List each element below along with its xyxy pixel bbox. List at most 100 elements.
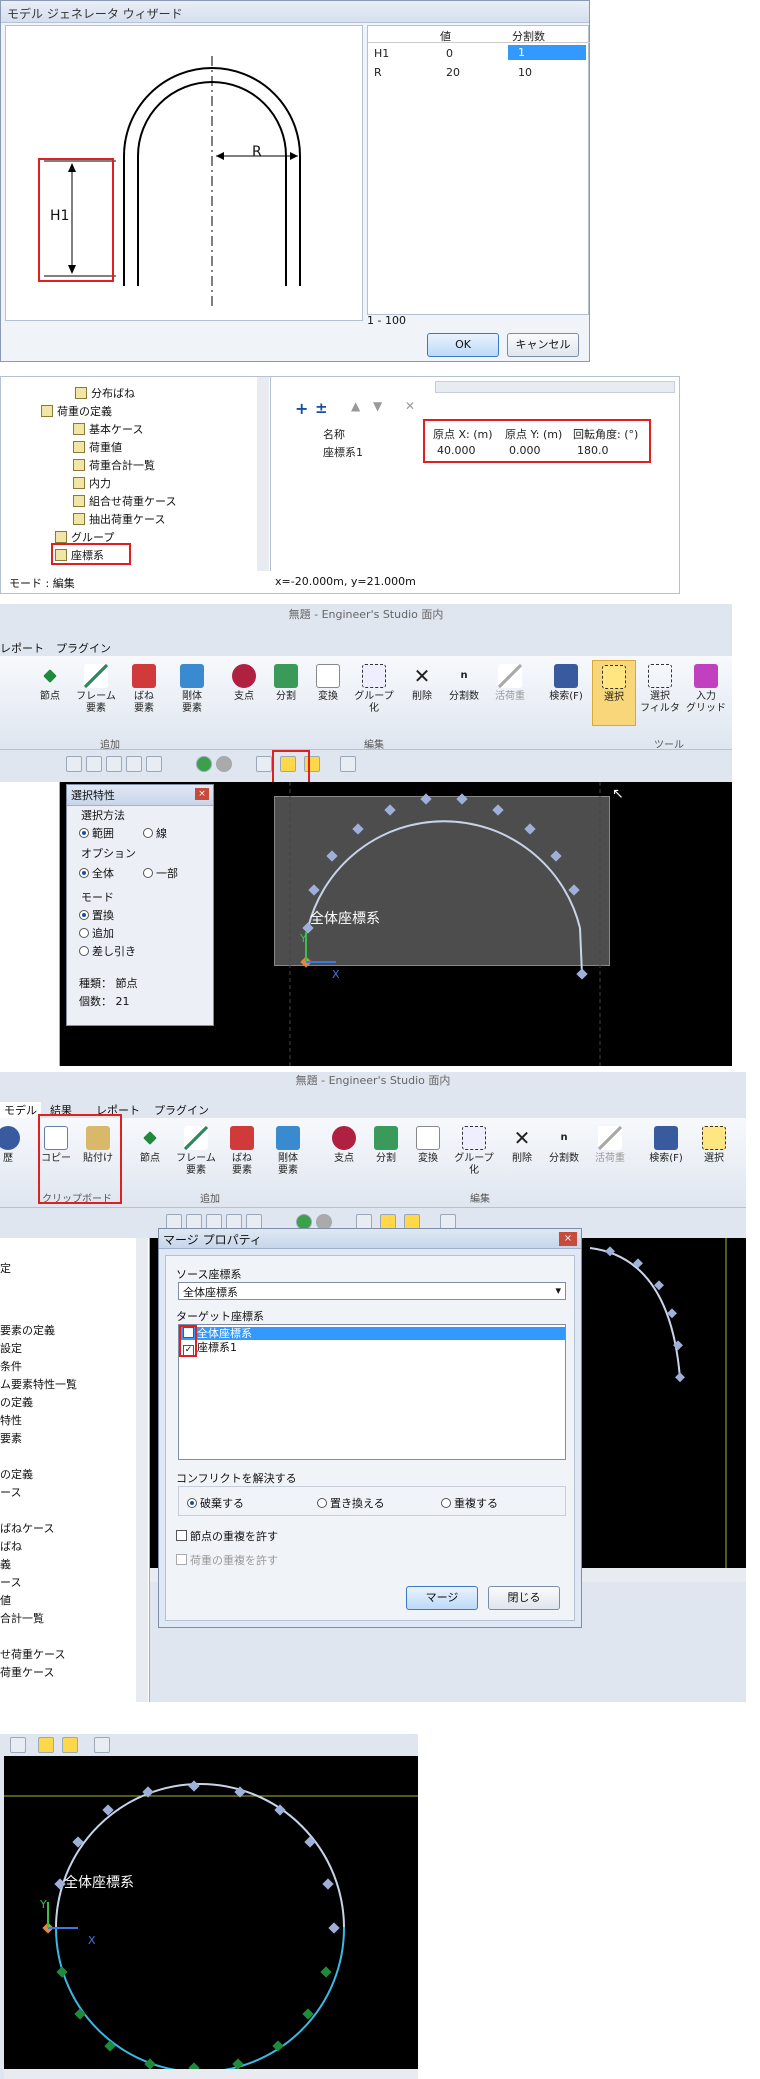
tree-item[interactable]: ム要素特性一覧 <box>0 1376 77 1392</box>
row-h1-value[interactable]: 0 <box>446 47 453 60</box>
filter-button[interactable]: 選択 フィルタ <box>638 664 682 715</box>
tree-item[interactable]: 組合せ荷重ケース <box>73 493 176 509</box>
magnifier-icon[interactable] <box>340 756 356 772</box>
conf-replace-radio[interactable]: 置き換える <box>317 1495 385 1511</box>
support-button[interactable]: 支点 <box>322 1126 366 1165</box>
tree-item[interactable]: 分布ばね <box>75 385 135 401</box>
row-h1-div[interactable]: 1 <box>518 46 525 59</box>
tree-item[interactable]: 合計一覧 <box>0 1610 44 1626</box>
grid-button[interactable]: 入力 グリッド <box>684 664 728 715</box>
insert-icon[interactable]: ± <box>315 399 328 417</box>
allow-nodes-checkbox[interactable]: 節点の重複を許す <box>176 1528 278 1544</box>
group-button[interactable]: グループ 化 <box>452 1126 496 1177</box>
zoom-icon[interactable] <box>126 756 142 772</box>
zoom-out-icon[interactable] <box>106 756 122 772</box>
tree-item[interactable]: 荷重の定義 <box>41 403 112 419</box>
split-button[interactable]: 分割 <box>364 1126 408 1165</box>
history-button[interactable]: 歴 <box>0 1126 30 1165</box>
tree-item[interactable]: の定義 <box>0 1466 33 1482</box>
liveload-button[interactable]: 活荷重 <box>588 1126 632 1165</box>
delete-button[interactable]: ✕ 削除 <box>400 664 444 703</box>
row-name[interactable]: 座標系1 <box>323 444 363 460</box>
row-h1-div-cell[interactable]: 1 <box>508 45 586 60</box>
close-icon[interactable]: × <box>559 1232 577 1246</box>
tree-item[interactable]: 設定 <box>0 1340 22 1356</box>
studio2-tab[interactable]: プラグイン <box>154 1102 209 1118</box>
target-item-coord1[interactable]: ✓ 座標系1 <box>179 1341 565 1356</box>
tree-item[interactable]: せ荷重ケース <box>0 1646 65 1662</box>
row-r-div[interactable]: 10 <box>518 66 532 79</box>
zoom-in-icon[interactable] <box>86 756 102 772</box>
delete-icon[interactable]: ✕ <box>405 399 415 413</box>
spring-button[interactable]: ばね 要素 <box>220 1126 264 1177</box>
tree-item[interactable]: 荷重合計一覧 <box>73 457 155 473</box>
conf-duplicate-radio[interactable]: 重複する <box>441 1495 498 1511</box>
tree-item[interactable]: 要素 <box>0 1430 22 1446</box>
tree-item[interactable]: 定 <box>0 1260 11 1276</box>
studio1-tab[interactable]: プラグイン <box>56 640 111 656</box>
transform-button[interactable]: 変換 <box>306 664 350 703</box>
tree-item[interactable]: 内力 <box>73 475 111 491</box>
divcount-button[interactable]: n 分割数 <box>542 1126 586 1165</box>
rect-select-icon[interactable] <box>38 1737 54 1753</box>
lasso-icon[interactable] <box>62 1737 78 1753</box>
rigid-button[interactable]: 剛体 要素 <box>266 1126 310 1177</box>
select-button[interactable]: 選択 <box>692 1126 736 1165</box>
node-button[interactable]: 節点 <box>128 1126 172 1165</box>
frame-button[interactable]: フレーム 要素 <box>174 1126 218 1177</box>
pointer-icon[interactable] <box>256 756 272 772</box>
magnifier-icon[interactable] <box>94 1737 110 1753</box>
target-list[interactable]: 全体座標系 ✓ 座標系1 <box>178 1324 566 1460</box>
tree-scrollbar[interactable] <box>257 377 269 571</box>
merge-button[interactable]: マージ <box>406 1586 478 1610</box>
liveload-button[interactable]: 活荷重 <box>488 664 532 703</box>
final-hscroll[interactable] <box>4 2069 418 2079</box>
rigid-button[interactable]: 剛体 要素 <box>170 664 214 715</box>
up-icon[interactable]: ▲ <box>351 399 360 413</box>
frame-button[interactable]: フレーム 要素 <box>74 664 118 715</box>
transform-button[interactable]: 変換 <box>406 1126 450 1165</box>
mode-subtract-radio[interactable]: 差し引き <box>79 943 136 959</box>
tree-item[interactable]: 特性 <box>0 1412 22 1428</box>
split-button[interactable]: 分割 <box>264 664 308 703</box>
select-button[interactable]: 選択 <box>592 660 636 726</box>
add-icon[interactable]: + <box>295 399 308 418</box>
forward-icon[interactable] <box>216 756 232 772</box>
back-icon[interactable] <box>196 756 212 772</box>
tree-item[interactable]: 義 <box>0 1556 11 1572</box>
final-viewport[interactable]: 全体座標系 X Y <box>4 1756 418 2074</box>
table-scroll-top[interactable] <box>435 381 675 393</box>
tree-item[interactable]: 要素の定義 <box>0 1322 55 1338</box>
group-button[interactable]: グループ 化 <box>352 664 396 715</box>
tree-item[interactable]: 基本ケース <box>73 421 143 437</box>
down-icon[interactable]: ▼ <box>373 399 382 413</box>
method-range-radio[interactable]: 範囲 <box>79 825 114 841</box>
ok-button[interactable]: OK <box>427 333 499 357</box>
tree-item[interactable]: 荷重値 <box>73 439 122 455</box>
tree-item[interactable]: 条件 <box>0 1358 22 1374</box>
allow-loads-checkbox[interactable]: 荷重の重複を許す <box>176 1552 278 1568</box>
conf-discard-radio[interactable]: 破棄する <box>187 1495 244 1511</box>
left-scrollbar[interactable] <box>136 1238 148 1702</box>
tree-item[interactable]: 値 <box>0 1592 11 1608</box>
method-line-radio[interactable]: 線 <box>143 825 167 841</box>
tree-item[interactable]: の定義 <box>0 1394 33 1410</box>
search-button[interactable]: 検索(F) <box>644 1126 688 1165</box>
search-button[interactable]: 検索(F) <box>544 664 588 703</box>
pan-icon[interactable] <box>146 756 162 772</box>
tree-item[interactable]: 荷重ケース <box>0 1664 54 1680</box>
divcount-button[interactable]: n 分割数 <box>442 664 486 703</box>
pointer-icon[interactable] <box>10 1737 26 1753</box>
fit-icon[interactable] <box>66 756 82 772</box>
tree-item[interactable]: ばねケース <box>0 1520 54 1536</box>
opt-all-radio[interactable]: 全体 <box>79 865 114 881</box>
close-button[interactable]: 閉じる <box>488 1586 560 1610</box>
cancel-button[interactable]: キャンセル <box>507 333 579 357</box>
support-button[interactable]: 支点 <box>222 664 266 703</box>
close-icon[interactable]: × <box>195 788 209 800</box>
source-select[interactable]: 全体座標系 ▾ <box>178 1282 566 1300</box>
tree-item[interactable]: ース <box>0 1574 21 1590</box>
tree-item[interactable]: ース <box>0 1484 21 1500</box>
target-item-global[interactable]: 全体座標系 <box>179 1327 565 1340</box>
delete-button[interactable]: ✕ 削除 <box>500 1126 544 1165</box>
